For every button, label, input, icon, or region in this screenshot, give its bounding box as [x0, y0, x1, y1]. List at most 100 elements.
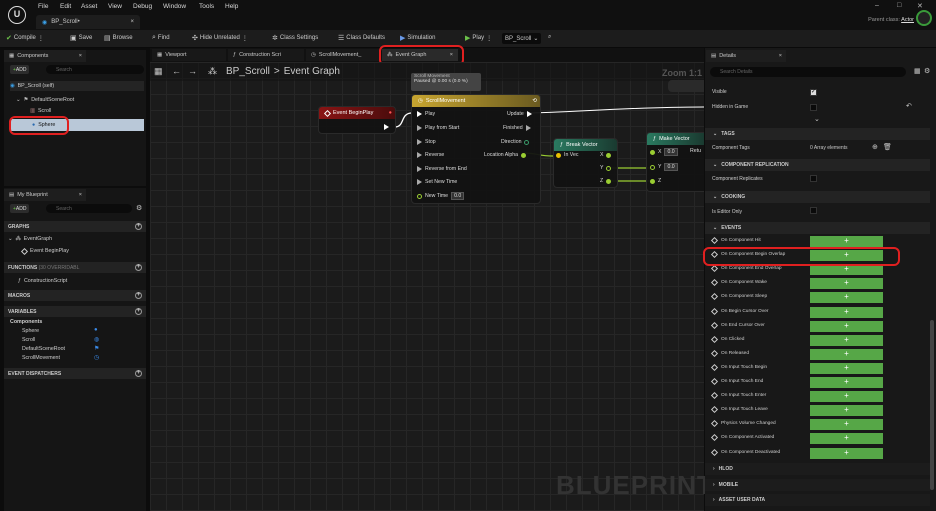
- pin-reverse[interactable]: Reverse: [417, 152, 444, 158]
- component-item-defaultsceneroot[interactable]: ⌄ ⚑ DefaultSceneRoot: [16, 97, 74, 103]
- grid-view-icon[interactable]: ▦: [914, 67, 921, 75]
- find-button[interactable]: ⌕ Find: [152, 34, 170, 42]
- make-y-value[interactable]: 0.0: [664, 163, 678, 171]
- add-event-button[interactable]: +: [810, 320, 883, 332]
- debug-search-icon[interactable]: ⌕: [548, 34, 551, 41]
- pin-update[interactable]: Update: [507, 111, 532, 117]
- add-event-button[interactable]: +: [810, 236, 883, 247]
- add-event-button[interactable]: +: [810, 334, 883, 346]
- hide-unrelated-button[interactable]: ✣ Hide Unrelated ⋮: [192, 34, 248, 42]
- add-element-icon[interactable]: ⊕: [872, 143, 878, 151]
- add-event-button[interactable]: +: [810, 306, 883, 318]
- variable-item-sphere[interactable]: Sphere: [22, 328, 39, 334]
- components-tab[interactable]: ▦ Components ×: [4, 50, 86, 62]
- editor-only-checkbox[interactable]: [810, 207, 817, 214]
- maximize-icon[interactable]: □: [897, 2, 901, 9]
- pin-new-time[interactable]: New Time 0.0: [417, 192, 465, 200]
- pin-in-vec[interactable]: In Vec: [556, 152, 578, 158]
- pin-set-new-time[interactable]: Set New Time: [417, 179, 457, 185]
- menu-asset[interactable]: Asset: [81, 3, 97, 10]
- exec-out-pin[interactable]: [384, 124, 389, 130]
- details-scrollbar[interactable]: [930, 320, 934, 490]
- pin-play[interactable]: Play: [417, 111, 435, 117]
- class-settings-button[interactable]: ✲ Class Settings: [272, 34, 318, 42]
- menu-tools[interactable]: Tools: [199, 3, 214, 10]
- window-close-icon[interactable]: ✕: [917, 2, 923, 10]
- replication-section[interactable]: ⌄ COMPONENT REPLICATION: [705, 159, 930, 171]
- offscreen-node[interactable]: [668, 80, 704, 92]
- play-options-icon[interactable]: ⋮: [486, 35, 492, 42]
- debug-target-select[interactable]: BP_Scroll ⌄: [502, 33, 542, 44]
- pin-play-from-start[interactable]: Play from Start: [417, 125, 459, 131]
- add-function-icon[interactable]: +: [135, 264, 142, 271]
- add-event-button[interactable]: +: [810, 362, 883, 374]
- pin-break-x[interactable]: X: [600, 152, 612, 158]
- add-event-button[interactable]: +: [810, 447, 883, 459]
- add-event-button[interactable]: +: [810, 292, 883, 304]
- function-item-construction[interactable]: ƒ ConstructionScript: [18, 278, 67, 284]
- pin-finished[interactable]: Finished: [503, 125, 531, 131]
- pin-make-y[interactable]: Y 0.0: [650, 163, 678, 171]
- add-graph-icon[interactable]: +: [135, 223, 142, 230]
- component-item-scroll[interactable]: ▥ Scroll: [30, 108, 51, 114]
- asset-user-data-section[interactable]: › ASSET USER DATA: [705, 494, 930, 506]
- add-event-button[interactable]: +: [810, 348, 883, 360]
- close-icon[interactable]: ×: [79, 53, 82, 59]
- menu-window[interactable]: Window: [163, 3, 186, 10]
- simulation-button[interactable]: ▶ Simulation: [400, 34, 435, 42]
- events-section[interactable]: ⌄ EVENTS: [705, 222, 930, 234]
- pin-break-z[interactable]: Z: [600, 178, 612, 184]
- graph-item-eventgraph[interactable]: ⌄ ⁂ EventGraph: [8, 236, 52, 242]
- close-icon[interactable]: ×: [130, 19, 134, 25]
- hidden-in-game-checkbox[interactable]: [810, 104, 817, 111]
- tab-viewport[interactable]: ▦ Viewport: [152, 49, 226, 61]
- add-variable-icon[interactable]: +: [135, 308, 142, 315]
- functions-section[interactable]: FUNCTIONS (30 OVERRIDABL +: [4, 262, 146, 273]
- my-blueprint-search-input[interactable]: Search: [46, 204, 132, 213]
- replicates-checkbox[interactable]: [810, 175, 817, 182]
- gear-icon[interactable]: ⚙: [924, 67, 930, 75]
- variables-section[interactable]: VARIABLES +: [4, 306, 146, 317]
- components-category[interactable]: Components: [10, 319, 42, 325]
- tab-scrollmovement[interactable]: ◷ ScrollMovement_: [306, 49, 380, 61]
- menu-file[interactable]: File: [38, 3, 48, 10]
- components-root-item[interactable]: ◉ BP_Scroll (self): [10, 81, 144, 91]
- chevron-down-icon[interactable]: ⌄: [814, 115, 820, 123]
- add-event-button[interactable]: +: [810, 405, 883, 417]
- add-event-button[interactable]: +: [810, 278, 883, 290]
- pin-break-y[interactable]: Y: [600, 165, 612, 171]
- add-macro-icon[interactable]: +: [135, 292, 142, 299]
- details-tab[interactable]: ▤ Details ×: [706, 50, 786, 62]
- menu-view[interactable]: View: [108, 3, 122, 10]
- pin-reverse-from-end[interactable]: Reverse from End: [417, 166, 467, 172]
- macros-section[interactable]: MACROS +: [4, 290, 146, 301]
- mobile-section[interactable]: › MOBILE: [705, 479, 930, 491]
- compile-button[interactable]: ✔ Compile ⋮: [6, 34, 44, 42]
- unreal-logo-icon[interactable]: U: [8, 6, 26, 24]
- components-search-input[interactable]: Search: [46, 65, 144, 74]
- menu-edit[interactable]: Edit: [60, 3, 71, 10]
- pin-stop[interactable]: Stop: [417, 139, 436, 145]
- menu-help[interactable]: Help: [225, 3, 238, 10]
- document-tab[interactable]: ◉ BP_Scroll• ×: [36, 15, 140, 29]
- add-event-button[interactable]: +: [810, 377, 883, 388]
- compile-options-icon[interactable]: ⋮: [38, 35, 44, 42]
- parent-class-link[interactable]: Actor: [901, 17, 914, 23]
- variable-item-defaultsceneroot[interactable]: DefaultSceneRoot: [22, 346, 65, 352]
- hide-unrelated-options-icon[interactable]: ⋮: [242, 35, 248, 42]
- close-icon[interactable]: ×: [79, 192, 82, 198]
- graph-item-beginplay[interactable]: Event BeginPlay: [20, 247, 69, 255]
- menu-debug[interactable]: Debug: [133, 3, 152, 10]
- my-blueprint-add-button[interactable]: + ADD: [10, 204, 30, 213]
- play-button[interactable]: ▶ Play ⋮: [465, 34, 492, 42]
- gear-icon[interactable]: ⚙: [136, 204, 142, 212]
- add-event-button[interactable]: +: [810, 419, 883, 431]
- class-defaults-button[interactable]: ☰ Class Defaults: [338, 34, 385, 42]
- browse-button[interactable]: ▤ Browse: [104, 34, 133, 42]
- pin-location-alpha[interactable]: Location Alpha: [484, 152, 527, 158]
- reset-icon[interactable]: ↶: [906, 102, 912, 110]
- my-blueprint-tab[interactable]: ▤ My Blueprint ×: [4, 189, 86, 201]
- variable-item-scroll[interactable]: Scroll: [22, 337, 35, 343]
- node-event-beginplay[interactable]: Event BeginPlay ●: [318, 106, 396, 134]
- hlod-section[interactable]: › HLOD: [705, 463, 930, 475]
